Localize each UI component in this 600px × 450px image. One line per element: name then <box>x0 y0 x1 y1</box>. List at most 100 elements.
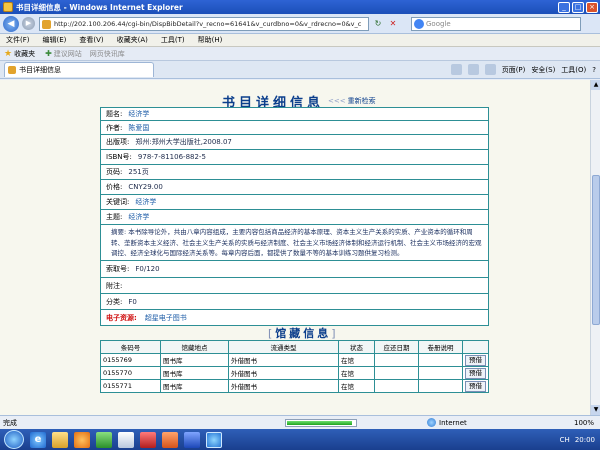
publish-label: 出版项: <box>106 138 130 146</box>
suggested-sites-link[interactable]: 建议网站 <box>54 49 82 59</box>
ie-taskbar-icon[interactable]: e <box>30 431 46 448</box>
action-cell: 预借 <box>462 366 489 380</box>
info-row-abstract: 摘要: 本书除导论外，共由八章内容组成，主要内容包括商品经济的基本原理、资本主义… <box>101 225 488 261</box>
pages-label: 页码: <box>106 168 123 176</box>
search-placeholder: Google <box>426 19 451 28</box>
keyword-value[interactable]: 经济学 <box>135 197 156 207</box>
webslice-gallery-link[interactable]: 网页快讯库 <box>90 49 125 59</box>
pages-value: 251页 <box>128 168 149 176</box>
favorites-button[interactable]: 收藏夹 <box>14 49 35 59</box>
window-titlebar: 书目详细信息 - Windows Internet Explorer _ □ × <box>0 0 600 14</box>
help-menu[interactable]: ? <box>592 66 596 74</box>
col-due: 应还日期 <box>374 340 419 354</box>
subject-label: 主题: <box>106 213 123 221</box>
table-row: 0155769 图书库 外借图书 在馆 预借 <box>100 353 489 367</box>
zone-label: Internet <box>439 418 467 427</box>
word-taskbar-icon[interactable] <box>184 431 200 448</box>
clock[interactable]: 20:00 <box>575 436 595 444</box>
vertical-scrollbar[interactable]: ▲ ▼ <box>590 80 600 415</box>
reserve-button[interactable]: 预借 <box>465 380 486 392</box>
eresource-link[interactable]: 超星电子图书 <box>145 313 187 323</box>
minimize-button[interactable]: _ <box>558 1 570 13</box>
favorites-star-icon[interactable]: ★ <box>4 49 12 59</box>
due-cell <box>374 366 419 380</box>
abstract-block: 摘要: 本书除导论外，共由八章内容组成，主要内容包括商品经济的基本原理、资本主义… <box>106 225 488 261</box>
reserve-button[interactable]: 预借 <box>465 354 486 366</box>
holdings-heading: [馆藏信息] <box>268 325 339 341</box>
barcode-cell: 0155770 <box>100 366 161 380</box>
pdf-taskbar-icon[interactable] <box>140 431 156 448</box>
due-cell <box>374 353 419 367</box>
isbn-label: ISBN号: <box>106 153 132 161</box>
active-ie-taskbar-icon[interactable] <box>206 431 222 448</box>
col-volume: 卷册说明 <box>418 340 463 354</box>
tab-page-icon <box>8 66 16 74</box>
google-icon <box>414 18 424 29</box>
col-barcode: 条码号 <box>100 340 161 354</box>
feeds-icon[interactable] <box>467 64 479 75</box>
search-input[interactable]: Google <box>411 16 581 31</box>
reserve-button[interactable]: 预借 <box>465 367 486 379</box>
maximize-button[interactable]: □ <box>572 1 584 13</box>
col-status: 状态 <box>338 340 375 354</box>
forward-button[interactable]: ▶ <box>22 17 35 30</box>
menu-bar: 文件(F) 编辑(E) 查看(V) 收藏夹(A) 工具(T) 帮助(H) <box>0 34 600 47</box>
author-value[interactable]: 陈爱国 <box>128 123 149 133</box>
safety-menu[interactable]: 安全(S) <box>531 65 555 75</box>
explorer-taskbar-icon[interactable] <box>52 431 68 448</box>
globe-icon <box>427 418 436 427</box>
menu-file[interactable]: 文件(F) <box>0 35 37 45</box>
powerpoint-taskbar-icon[interactable] <box>162 431 178 448</box>
menu-help[interactable]: 帮助(H) <box>192 35 230 45</box>
callno-label: 索取号: <box>106 265 130 273</box>
info-row-attach: 附注: <box>101 278 488 294</box>
status-bar: 完成 Internet 100% <box>0 415 600 429</box>
app-taskbar-icon[interactable] <box>96 431 112 448</box>
price-label: 价格: <box>106 183 123 191</box>
scroll-thumb[interactable] <box>592 175 600 325</box>
holdings-bracket-right: ] <box>331 327 339 340</box>
location-cell: 图书库 <box>160 353 229 367</box>
type-cell: 外借图书 <box>228 379 339 393</box>
research-link[interactable]: <<< 重新检索 <box>328 96 376 106</box>
home-icon[interactable] <box>450 64 462 75</box>
research-label: 重新检索 <box>347 97 376 105</box>
back-button[interactable]: ◀ <box>3 15 19 32</box>
isbn-value: 978-7-81106-882-5 <box>137 153 206 161</box>
subject-value[interactable]: 经济学 <box>128 212 149 222</box>
class-label: 分类: <box>106 297 123 306</box>
refresh-icon[interactable]: ↻ <box>372 18 384 30</box>
stop-icon[interactable]: ✕ <box>387 18 399 30</box>
menu-favorites[interactable]: 收藏夹(A) <box>111 35 155 45</box>
start-button[interactable] <box>4 430 24 449</box>
barcode-cell: 0155769 <box>100 353 161 367</box>
page-menu[interactable]: 页面(P) <box>502 65 526 75</box>
menu-edit[interactable]: 编辑(E) <box>37 35 74 45</box>
security-zone[interactable]: Internet <box>427 418 467 427</box>
add-favorite-icon[interactable]: ✚ <box>45 49 52 58</box>
tab-label: 书目详细信息 <box>19 66 61 74</box>
language-indicator[interactable]: CH <box>560 436 570 444</box>
action-cell: 预借 <box>462 353 489 367</box>
holdings-table: 条码号 馆藏地点 流通类型 状态 应还日期 卷册说明 0155769 图书库 外… <box>100 340 489 393</box>
table-row: 0155770 图书库 外借图书 在馆 预借 <box>100 366 489 380</box>
title-value[interactable]: 经济学 <box>128 109 149 119</box>
menu-tools[interactable]: 工具(T) <box>155 35 192 45</box>
eresource-label: 电子资源: <box>106 313 137 322</box>
zoom-level[interactable]: 100% <box>574 419 594 427</box>
scroll-down-icon[interactable]: ▼ <box>591 405 600 415</box>
print-icon[interactable] <box>484 64 496 75</box>
volume-cell <box>418 379 463 393</box>
document-taskbar-icon[interactable] <box>118 431 134 448</box>
close-button[interactable]: × <box>586 1 598 13</box>
tools-menu[interactable]: 工具(O) <box>561 65 586 75</box>
scroll-up-icon[interactable]: ▲ <box>591 80 600 90</box>
tab-book-detail[interactable]: 书目详细信息 <box>4 62 154 77</box>
info-row-eresource: 电子资源: 超星电子图书 <box>101 310 488 325</box>
media-player-taskbar-icon[interactable] <box>74 431 90 448</box>
publish-value: 郑州:郑州大学出版社,2008.07 <box>135 138 232 146</box>
menu-view[interactable]: 查看(V) <box>73 35 110 45</box>
abstract-text: 本书除导论外，共由八章内容组成，主要内容包括商品经济的基本原理、资本主义生产关系… <box>111 228 482 257</box>
url-field[interactable]: http://202.100.206.44/cgi-bin/DispBibDet… <box>39 16 369 31</box>
holdings-title: 馆藏信息 <box>275 327 332 340</box>
